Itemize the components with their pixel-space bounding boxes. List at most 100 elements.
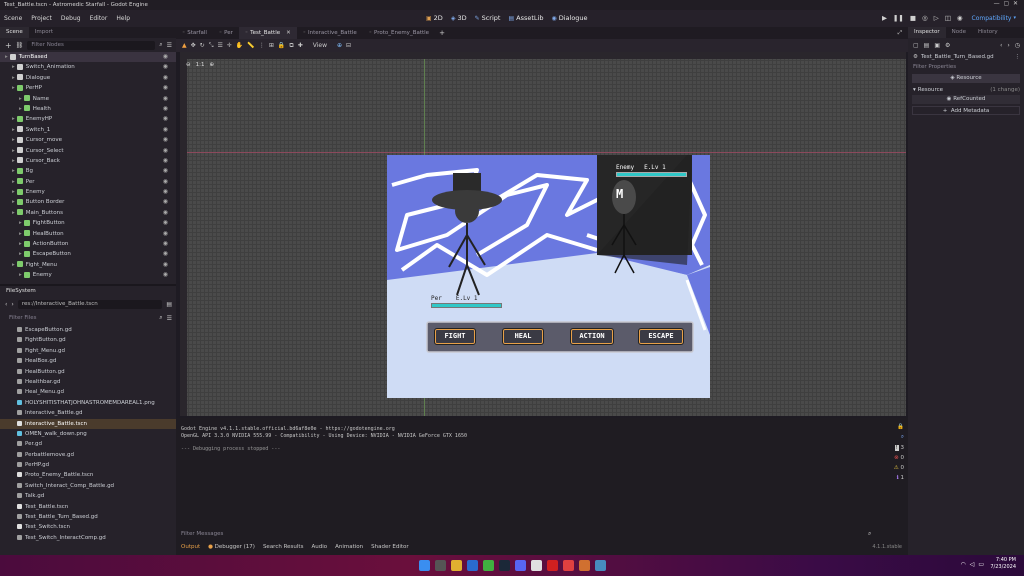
expand-icon[interactable]: ▸ [12, 199, 15, 205]
workspace-dialogue[interactable]: ◉ Dialogue [551, 14, 587, 22]
scene-node[interactable]: ▸ Switch_1 ◉ [0, 125, 176, 135]
volume-icon[interactable]: ◁ [970, 561, 975, 568]
zoom-out-icon[interactable]: ⊖ [186, 62, 191, 71]
visibility-icon[interactable]: ◉ [163, 239, 168, 249]
visibility-icon[interactable]: ◉ [163, 52, 168, 62]
file-item[interactable]: HealButton.gd [0, 367, 176, 377]
workspace-script[interactable]: ✎ Script [475, 14, 501, 22]
expand-icon[interactable]: ▸ [19, 106, 22, 112]
object-menu-icon[interactable]: ⋮ [1015, 54, 1021, 60]
path-field[interactable]: res://Interactive_Battle.tscn [17, 299, 163, 309]
expand-icon[interactable]: ▸ [12, 179, 15, 185]
tab-import[interactable]: Import [29, 27, 59, 38]
view-menu[interactable]: View [313, 42, 327, 49]
visibility-icon[interactable]: ◉ [163, 260, 168, 270]
visibility-icon[interactable]: ◉ [163, 62, 168, 72]
menu-help[interactable]: Help [116, 15, 130, 22]
search-icon[interactable] [434, 560, 446, 571]
notepad-icon[interactable] [530, 560, 542, 571]
movie-icon[interactable]: ◉ [957, 14, 963, 22]
menu-project[interactable]: Project [31, 15, 52, 22]
scene-node[interactable]: ▸ Switch_Animation ◉ [0, 62, 176, 72]
add-tab-icon[interactable]: + [439, 29, 445, 37]
scene-node[interactable]: ▸ EnemyHP ◉ [0, 114, 176, 124]
godot-icon[interactable] [594, 560, 606, 571]
tab-test-battle[interactable]: ◦ Test_Battle ✕ [238, 27, 297, 39]
inspected-object[interactable]: ⚙ Test_Battle_Turn_Based.gd ⋮ [908, 52, 1024, 62]
ruler-icon[interactable]: 📏 [247, 42, 254, 49]
visibility-icon[interactable]: ◉ [163, 249, 168, 259]
file-item[interactable]: Interactive_Battle.tscn [0, 418, 176, 429]
distraction-free-icon[interactable]: ⤢ [898, 30, 902, 37]
vertical-ruler[interactable] [180, 52, 187, 416]
sort-icon[interactable]: ☰ [167, 315, 172, 322]
back-icon[interactable]: ‹ [5, 301, 7, 308]
scene-node[interactable]: ▸ ActionButton ◉ [0, 239, 176, 249]
visibility-icon[interactable]: ◉ [163, 135, 168, 145]
visibility-icon[interactable]: ◉ [163, 73, 168, 83]
clock[interactable]: 7:40 PM 7/23/2024 [990, 557, 1016, 571]
tab-inspector[interactable]: Inspector [908, 27, 946, 38]
menu-editor[interactable]: Editor [90, 15, 108, 22]
file-explorer-icon[interactable] [450, 560, 462, 571]
resource-section[interactable]: ◈ Resource [912, 74, 1020, 83]
tab-interactive-battle[interactable]: ◦ Interactive_Battle [297, 27, 363, 39]
file-item[interactable]: Per.gd [0, 439, 176, 449]
expand-icon[interactable]: ▸ [12, 85, 15, 91]
scene-node[interactable]: ▸ Cursor_Back ◉ [0, 156, 176, 166]
select-tool-icon[interactable]: ▲ [182, 42, 187, 49]
scene-node[interactable]: ▸ FightButton ◉ [0, 218, 176, 228]
expand-icon[interactable]: ▸ [12, 189, 15, 195]
workspace-assetlib[interactable]: ▤ AssetLib [508, 14, 543, 22]
pause-icon[interactable]: ❚❚ [893, 14, 904, 22]
menu-icon[interactable]: ☰ [167, 42, 172, 49]
steam-icon[interactable] [498, 560, 510, 571]
file-item[interactable]: Test_Switch.tscn [0, 522, 176, 532]
app-icon[interactable] [562, 560, 574, 571]
tab-audio[interactable]: Audio [311, 544, 327, 550]
tab-scene[interactable]: Scene [0, 27, 29, 38]
visibility-icon[interactable]: ◉ [163, 146, 168, 156]
play-scene-icon[interactable]: ▷ [934, 14, 939, 22]
lock-icon[interactable]: 🔒 [897, 424, 904, 430]
file-item[interactable]: Test_Switch_InteractComp.gd [0, 533, 176, 543]
scene-node[interactable]: ▸ Per ◉ [0, 177, 176, 187]
menu-debug[interactable]: Debug [61, 15, 81, 22]
visibility-icon[interactable]: ◉ [163, 270, 168, 280]
pivot-tool-icon[interactable]: ✛ [227, 42, 232, 49]
app-icon[interactable] [578, 560, 590, 571]
workspace-2d[interactable]: ▣ 2D [426, 14, 443, 22]
heal-button[interactable]: HEAL [502, 328, 544, 345]
expand-icon[interactable]: ▸ [12, 75, 15, 81]
save-icon[interactable]: ▣ [934, 42, 940, 49]
visibility-icon[interactable]: ◉ [163, 218, 168, 228]
resource-row[interactable]: ▾ Resource (1 change) [908, 85, 1024, 94]
tab-animation[interactable]: Animation [335, 544, 363, 550]
tools-icon[interactable]: ⚙ [945, 42, 950, 49]
split-view-icon[interactable]: ▤ [166, 301, 172, 308]
move-tool-icon[interactable]: ✥ [191, 42, 196, 49]
escape-button[interactable]: ESCAPE [638, 328, 684, 345]
remote-debug-icon[interactable]: ◎ [922, 14, 928, 22]
expand-icon[interactable]: ▸ [12, 137, 15, 143]
edge-icon[interactable] [466, 560, 478, 571]
forward-icon[interactable]: › [1007, 42, 1009, 49]
expand-icon[interactable]: ▸ [12, 64, 15, 70]
play-icon[interactable]: ▶ [882, 14, 887, 22]
expand-icon[interactable]: ▸ [12, 210, 15, 216]
scene-node[interactable]: ▸ Name ◉ [0, 94, 176, 104]
file-item[interactable]: HealBox.gd [0, 356, 176, 366]
game-preview[interactable]: M Enemy E.Lv 1 Per E.Lv 1 FIGHT HEAL ACT… [387, 155, 710, 398]
snap-icon[interactable]: ⋮ [259, 42, 265, 49]
expand-icon[interactable]: ▸ [12, 148, 15, 154]
anchor-preset-icon[interactable]: ⊕ [337, 42, 342, 49]
scene-node[interactable]: ▸ TurnBased ◉ [0, 52, 176, 63]
scene-node[interactable]: ▸ Main_Buttons ◉ [0, 208, 176, 218]
search-icon[interactable]: ⌕ [159, 41, 162, 49]
file-item[interactable]: Heal_Menu.gd [0, 387, 176, 397]
tab-history[interactable]: History [972, 27, 1004, 38]
visibility-icon[interactable]: ◉ [163, 156, 168, 166]
search-icon[interactable]: ⌕ [159, 314, 162, 322]
expand-icon[interactable]: ▸ [19, 231, 22, 237]
scene-node[interactable]: ▸ Enemy ◉ [0, 270, 176, 280]
